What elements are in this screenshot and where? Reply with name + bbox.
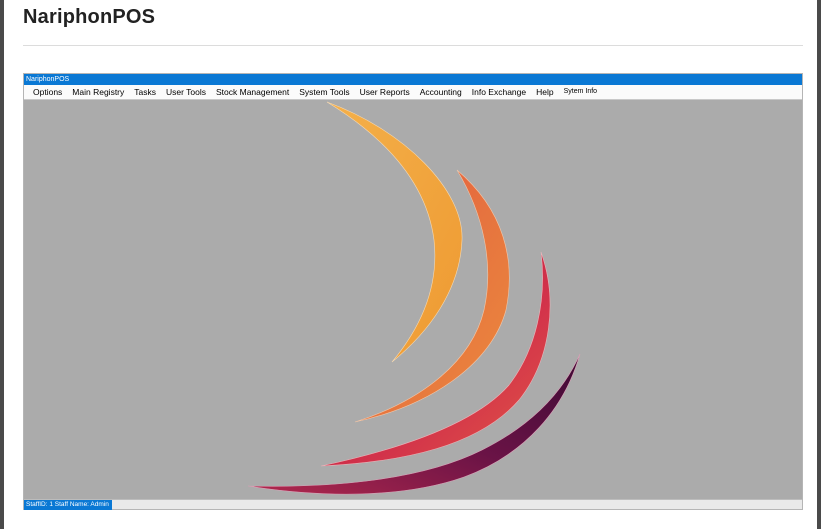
app-window: NariphonPOS Options Main Registry Tasks … (23, 73, 803, 510)
mdi-workspace (24, 100, 802, 499)
menu-system-info[interactable]: Sytem Info (559, 85, 602, 99)
menu-help[interactable]: Help (531, 85, 558, 99)
menu-accounting[interactable]: Accounting (415, 85, 467, 99)
menu-tasks[interactable]: Tasks (129, 85, 161, 99)
page-title: NariphonPOS (23, 6, 156, 28)
status-bar: StaffID: 1 Staff Name: Admin (24, 499, 802, 510)
right-window-edge (817, 0, 821, 529)
menu-system-tools[interactable]: System Tools (294, 85, 354, 99)
sail-swoosh-logo-icon (247, 101, 581, 495)
swoosh-orange (326, 101, 463, 363)
menu-bar: Options Main Registry Tasks User Tools S… (24, 85, 802, 100)
title-divider (23, 45, 803, 46)
menu-options[interactable]: Options (28, 85, 67, 99)
menu-info-exchange[interactable]: Info Exchange (467, 85, 531, 99)
app-titlebar: NariphonPOS (24, 74, 802, 85)
menu-stock-management[interactable]: Stock Management (211, 85, 294, 99)
menu-user-reports[interactable]: User Reports (355, 85, 415, 99)
status-staff-info: StaffID: 1 Staff Name: Admin (24, 500, 112, 510)
menu-main-registry[interactable]: Main Registry (67, 85, 129, 99)
left-window-edge (0, 0, 4, 529)
menu-user-tools[interactable]: User Tools (161, 85, 211, 99)
